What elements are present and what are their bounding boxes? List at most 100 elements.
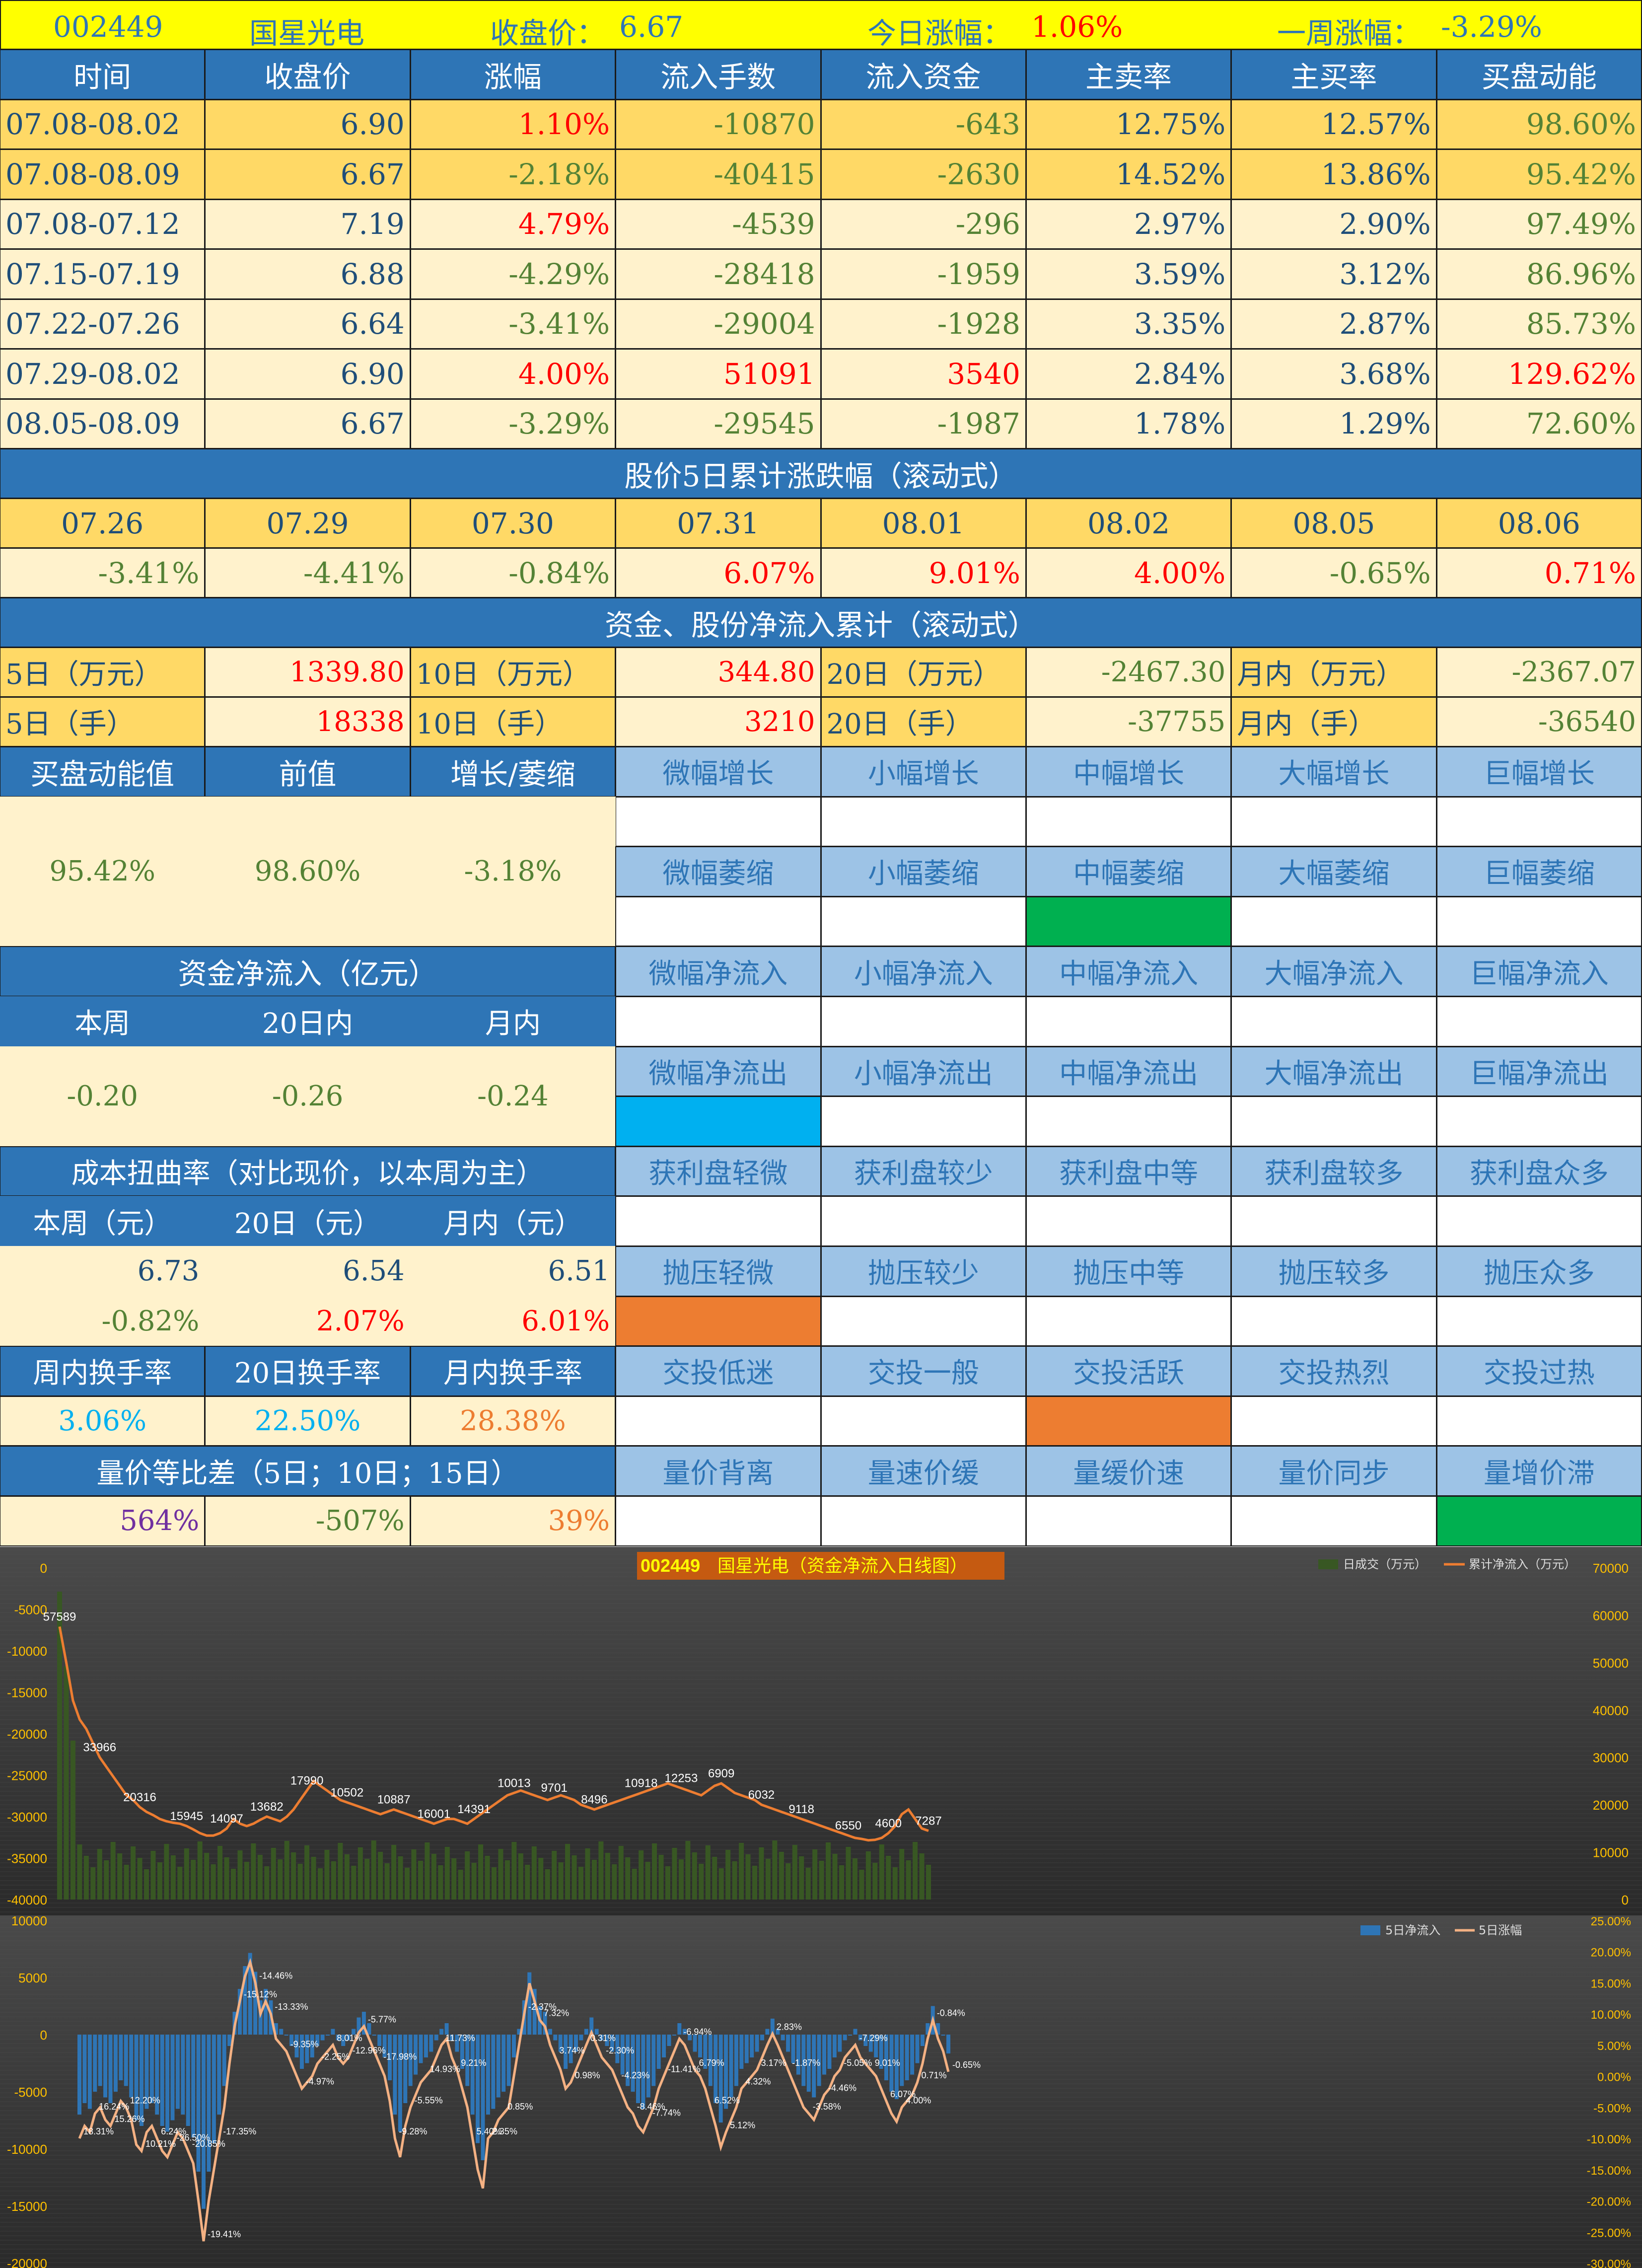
daily-volume-bar bbox=[271, 1848, 276, 1900]
daily-volume-bar bbox=[391, 1845, 397, 1900]
volprice-value-1: -507% bbox=[205, 1495, 411, 1546]
weekly-cell: 07.08-07.12 bbox=[0, 199, 206, 249]
fund-header-2: 月内 bbox=[410, 996, 616, 1047]
five-day-flow-bar bbox=[491, 2035, 496, 2109]
data-label: 0.71% bbox=[922, 2070, 947, 2080]
weekly-cell: -29004 bbox=[615, 298, 821, 349]
daily-volume-bar bbox=[625, 1857, 631, 1900]
five-day-flow-bar bbox=[124, 2035, 128, 2086]
five-day-flow-bar bbox=[714, 2035, 718, 2103]
daily-volume-bar bbox=[792, 1845, 797, 1900]
left-tick: -20000 bbox=[7, 2256, 47, 2268]
momentum-grow-mark-4 bbox=[1436, 796, 1642, 847]
daily-volume-bar bbox=[284, 1841, 289, 1900]
momentum-grow-mark-0 bbox=[615, 796, 821, 847]
data-label: 16.24% bbox=[99, 2102, 129, 2112]
daily-volume-bar bbox=[83, 1856, 89, 1900]
daily-volume-bar bbox=[150, 1851, 156, 1900]
weekly-cell: -4.29% bbox=[410, 249, 616, 299]
data-label: -15.12% bbox=[244, 1989, 277, 1999]
daily-volume-bar bbox=[665, 1866, 670, 1900]
five-day-flow-bar bbox=[584, 2029, 588, 2035]
daily-volume-bar bbox=[124, 1865, 129, 1900]
daily-volume-bar bbox=[131, 1846, 136, 1900]
fund-outflow-label-4: 巨幅净流出 bbox=[1436, 1046, 1642, 1097]
right-tick: -10.00% bbox=[1587, 2133, 1631, 2146]
netflow-value: -37755 bbox=[1025, 697, 1232, 747]
data-label: -6.94% bbox=[683, 2027, 712, 2037]
cost-pressure-label-4: 抛压众多 bbox=[1436, 1245, 1642, 1297]
daily-volume-bar bbox=[164, 1844, 169, 1900]
rolling-date: 07.30 bbox=[410, 498, 616, 548]
netflow-value: 344.80 bbox=[615, 647, 821, 697]
fund-outflow-label-1: 小幅净流出 bbox=[820, 1046, 1026, 1097]
left-tick: -5000 bbox=[14, 1603, 48, 1617]
data-label: 8496 bbox=[581, 1793, 607, 1807]
data-label: 6032 bbox=[748, 1788, 775, 1802]
data-label: -9.28% bbox=[399, 2126, 427, 2136]
daily-flow-chart: 0 -5000 -10000 -15000 -20000 -25000 -30000 -350… bbox=[0, 1547, 1642, 1915]
turnover-value-2: 28.38% bbox=[410, 1395, 616, 1447]
weekly-cell: -10870 bbox=[615, 99, 821, 149]
daily-volume-bar bbox=[658, 1855, 664, 1900]
fund-header-0: 本周 bbox=[0, 996, 206, 1047]
left-tick: -20000 bbox=[7, 1727, 47, 1742]
five-day-flow-bar bbox=[915, 2035, 920, 2063]
daily-volume-bar bbox=[545, 1869, 550, 1900]
daily-volume-bar bbox=[865, 1851, 871, 1900]
fund-inflow-label-1: 小幅净流入 bbox=[820, 946, 1026, 997]
five-day-flow-bar bbox=[651, 2035, 656, 2086]
cost-profit-label-3: 获利盘较多 bbox=[1231, 1146, 1437, 1197]
five-day-flow-bar bbox=[149, 2035, 154, 2103]
data-label: -7.74% bbox=[652, 2108, 681, 2118]
weekly-cell: 3.68% bbox=[1231, 349, 1437, 399]
five-day-flow-bar bbox=[941, 2035, 945, 2036]
volprice-mark-0 bbox=[615, 1495, 821, 1546]
turnover-header-2: 月内换手率 bbox=[410, 1346, 616, 1396]
volprice-mark-2 bbox=[1025, 1495, 1232, 1546]
five-day-flow-bar bbox=[853, 2029, 857, 2035]
five-day-flow-bar bbox=[718, 2035, 723, 2123]
fund-outflow-label-2: 中幅净流出 bbox=[1025, 1046, 1232, 1097]
rolling-date: 08.05 bbox=[1231, 498, 1437, 548]
today-change: 1.06% bbox=[1031, 10, 1123, 44]
daily-volume-bar bbox=[765, 1859, 771, 1900]
daily-volume-bar bbox=[872, 1863, 878, 1900]
daily-volume-bar bbox=[104, 1860, 109, 1900]
weekly-cell: 13.86% bbox=[1231, 149, 1437, 200]
daily-volume-bar bbox=[558, 1862, 564, 1900]
right-tick: 50000 bbox=[1593, 1656, 1629, 1671]
five-day-flow-bar bbox=[217, 2035, 221, 2115]
five-day-flow-bar bbox=[279, 2029, 284, 2035]
five-day-flow-bar bbox=[87, 2035, 92, 2109]
fund-title: 资金净流入（亿元） bbox=[0, 946, 616, 997]
volprice-level-label-2: 量缓价速 bbox=[1025, 1446, 1232, 1496]
data-label: -3.58% bbox=[813, 2102, 841, 2112]
right-tick: 10.00% bbox=[1591, 2008, 1631, 2022]
left-tick: -10000 bbox=[7, 2142, 47, 2157]
left-tick: 0 bbox=[40, 1561, 47, 1576]
five-day-flow-bar bbox=[481, 2035, 485, 2160]
weekly-cell: 86.96% bbox=[1436, 249, 1642, 299]
weekly-header-1: 收盘价 bbox=[205, 49, 411, 100]
data-label: -0.84% bbox=[937, 2008, 965, 2018]
weekly-header-3: 流入手数 bbox=[615, 49, 821, 100]
data-label: 14391 bbox=[457, 1803, 491, 1816]
momentum-header-2: 增长/萎缩 bbox=[410, 746, 616, 797]
daily-volume-bar bbox=[97, 1849, 102, 1900]
daily-volume-bar bbox=[892, 1867, 898, 1900]
data-label: 57589 bbox=[43, 1610, 76, 1623]
momentum-header-0: 买盘动能值 bbox=[0, 746, 206, 797]
five-day-flow-bar bbox=[82, 2035, 87, 2103]
five-day-flow-bar bbox=[434, 2035, 438, 2041]
five-day-flow-bar bbox=[222, 2035, 226, 2086]
daily-volume-bar bbox=[732, 1861, 737, 1900]
five-day-flow-bar bbox=[129, 2035, 134, 2098]
daily-volume-bar bbox=[812, 1849, 818, 1900]
five-day-flow-bar bbox=[905, 2035, 909, 2080]
weekly-cell: 2.97% bbox=[1025, 199, 1232, 249]
weekly-header-7: 买盘动能 bbox=[1436, 49, 1642, 100]
daily-volume-bar bbox=[525, 1865, 530, 1900]
left-tick: -40000 bbox=[7, 1893, 47, 1907]
cost-profit-label-4: 获利盘众多 bbox=[1436, 1146, 1642, 1197]
